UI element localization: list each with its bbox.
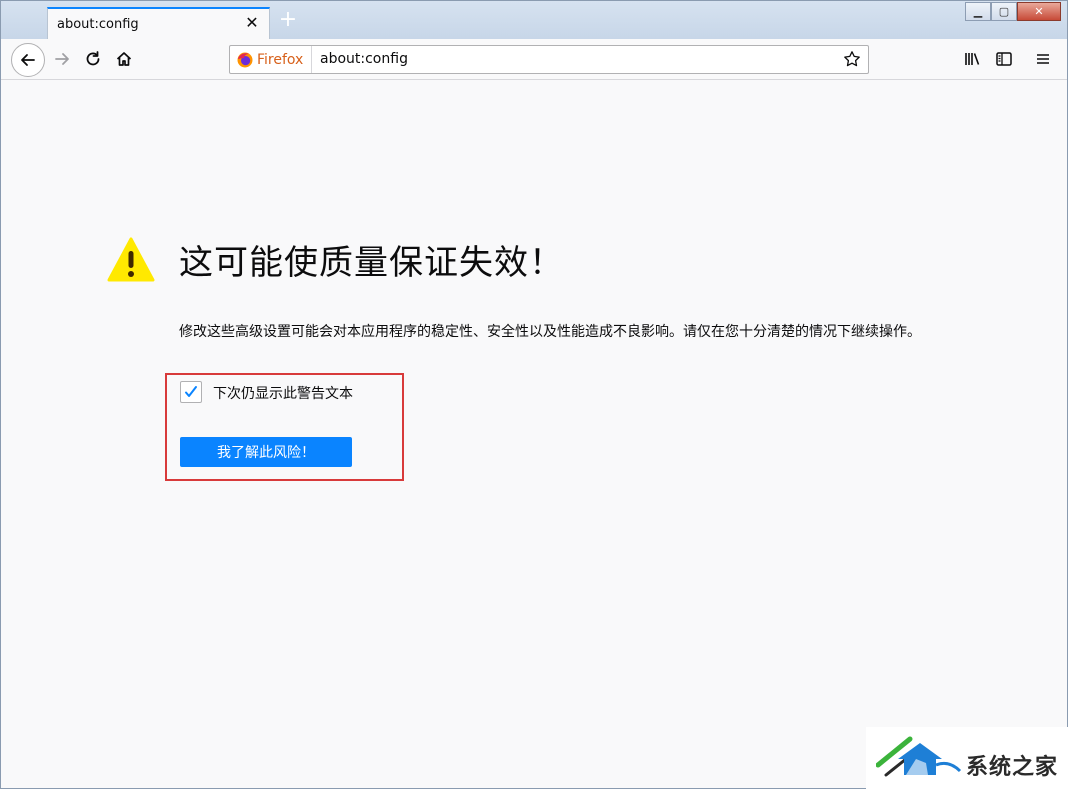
identity-label: Firefox <box>257 51 304 68</box>
browser-window: about:config ✕ + ▁ ▢ ✕ Firefox about:con… <box>0 0 1068 789</box>
bookmark-button[interactable] <box>842 49 862 69</box>
sidebar-button[interactable] <box>989 44 1019 74</box>
title-bar: about:config ✕ + ▁ ▢ ✕ <box>1 1 1067 40</box>
back-button[interactable] <box>11 43 45 77</box>
warning-description: 修改这些高级设置可能会对本应用程序的稳定性、安全性以及性能造成不良影响。请仅在您… <box>179 324 921 340</box>
identity-box[interactable]: Firefox <box>230 46 312 73</box>
menu-icon <box>1037 54 1049 64</box>
window-controls: ▁ ▢ ✕ <box>965 2 1061 22</box>
firefox-logo-icon <box>237 52 253 67</box>
bookmark-star-icon <box>844 51 860 67</box>
maximize-button[interactable]: ▢ <box>991 2 1017 21</box>
menu-button[interactable] <box>1028 44 1058 74</box>
home-button[interactable] <box>109 44 139 74</box>
watermark-text: 系统之家 <box>966 755 1059 780</box>
forward-button[interactable] <box>47 44 77 74</box>
navigation-toolbar: Firefox about:config <box>1 39 1067 80</box>
about-config-warning-page: 这可能使质量保证失效！ 修改这些高级设置可能会对本应用程序的稳定性、安全性以及性… <box>1 81 1067 788</box>
url-bar[interactable]: Firefox about:config <box>229 45 869 74</box>
reload-icon <box>86 51 100 66</box>
home-icon <box>116 52 132 66</box>
library-button[interactable] <box>957 44 987 74</box>
watermark: 系统之家 <box>866 727 1068 789</box>
new-tab-button[interactable]: + <box>278 9 298 33</box>
show-warning-label[interactable]: 下次仍显示此警告文本 <box>213 383 353 403</box>
reload-button[interactable] <box>78 44 108 74</box>
minimize-button[interactable]: ▁ <box>965 2 991 21</box>
tab-close-button[interactable]: ✕ <box>243 14 261 32</box>
tab-title: about:config <box>57 17 139 32</box>
warning-title: 这可能使质量保证失效！ <box>179 243 564 283</box>
close-window-button[interactable]: ✕ <box>1017 2 1061 21</box>
warning-icon <box>107 237 155 282</box>
forward-arrow-icon <box>55 53 69 65</box>
checkmark-icon <box>185 386 197 397</box>
tab-about-config[interactable]: about:config ✕ <box>47 7 270 40</box>
sidebar-icon <box>996 52 1012 66</box>
url-text[interactable]: about:config <box>320 51 408 67</box>
show-warning-checkbox[interactable] <box>180 381 202 403</box>
library-icon <box>965 53 980 65</box>
back-arrow-icon <box>21 54 35 66</box>
accept-risk-button[interactable]: 我了解此风险！ <box>180 437 352 467</box>
watermark-logo-icon <box>876 736 962 777</box>
